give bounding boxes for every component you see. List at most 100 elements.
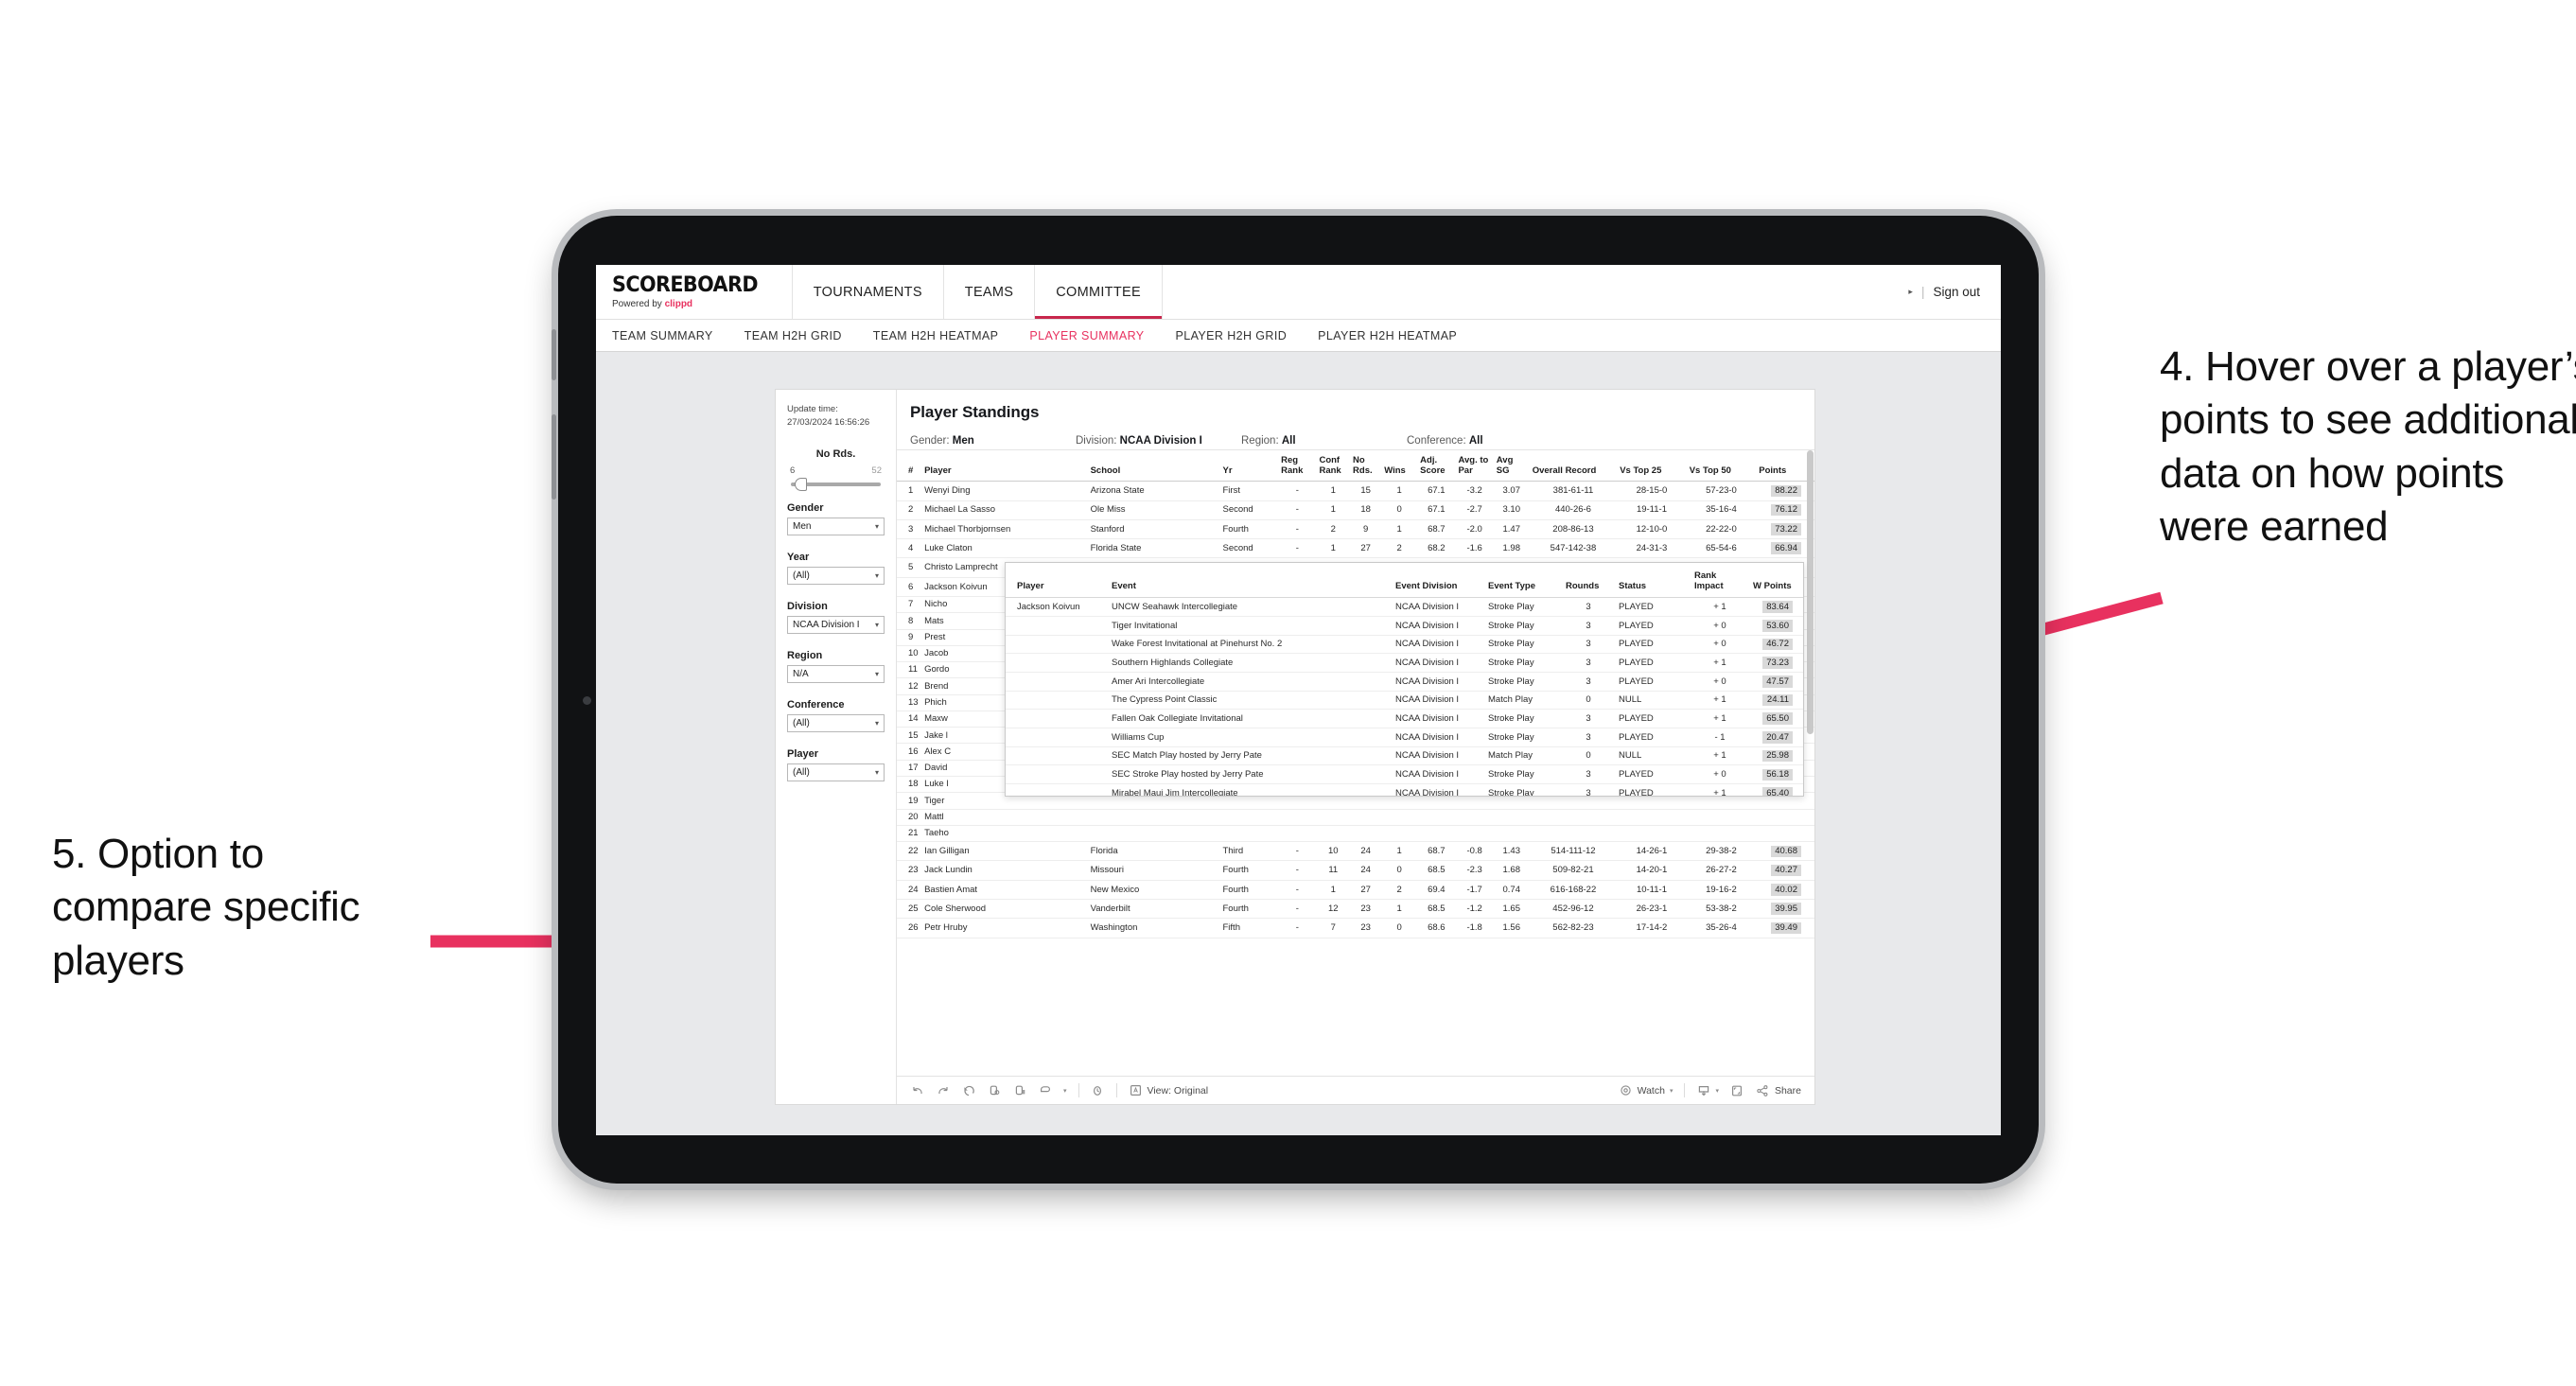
cell-points[interactable]: 73.22 [1756,519,1814,540]
table-row[interactable]: 23 Jack Lundin Missouri Fourth -11 24 0 68.5 -2.… [897,860,1814,881]
points-value[interactable]: 76.12 [1771,503,1801,517]
tt-cell-status: NULL [1615,746,1691,766]
cell-reg-rank [1278,825,1317,843]
undo-icon[interactable] [910,1083,924,1097]
filter-player-select[interactable]: (All) ▾ [787,763,885,781]
tt-cell-rounds: 3 [1562,672,1615,692]
share-button[interactable]: Share [1756,1083,1801,1097]
th-player[interactable]: Player [921,448,1088,482]
no-rounds-slider[interactable]: No Rds. 6 52 [787,448,885,491]
nav-tournaments[interactable]: TOURNAMENTS [791,265,943,319]
cell-avg-sg [1493,809,1530,826]
th-no-rds[interactable]: No Rds. [1350,448,1382,482]
th-rank[interactable]: # [897,448,922,482]
th-year[interactable]: Yr [1219,448,1279,482]
fullscreen-icon[interactable] [1730,1083,1744,1097]
table-row[interactable]: 21 Taeho [897,825,1814,843]
tab-player-h2h-heatmap[interactable]: PLAYER H2H HEATMAP [1318,329,1457,342]
points-value[interactable]: 88.22 [1771,484,1801,498]
cell-school: Florida [1087,841,1220,862]
th-adj-score[interactable]: Adj. Score [1417,448,1456,482]
nav-committee[interactable]: COMMITTEE [1034,265,1162,319]
filter-region-select[interactable]: N/A ▾ [787,664,885,683]
tt-cell-event: Tiger Invitational [1108,616,1392,636]
table-row[interactable]: 25 Cole Sherwood Vanderbilt Fourth -12 23 1 68.… [897,899,1814,920]
cell-points[interactable]: 39.49 [1756,918,1814,939]
cell-player: Michael Thorbjornsen [921,519,1088,540]
th-conf-rank[interactable]: Conf Rank [1316,448,1351,482]
filter-division-select[interactable]: NCAA Division I ▾ [787,615,885,634]
table-row[interactable]: 20 Mattl [897,809,1814,826]
refresh-data-icon[interactable] [987,1083,1001,1097]
filter-year-select[interactable]: (All) ▾ [787,566,885,585]
table-row[interactable]: 1 Wenyi Ding Arizona State First -1 15 1 67.1 -3… [897,481,1814,501]
tab-team-h2h-heatmap[interactable]: TEAM H2H HEATMAP [873,329,999,342]
view-original-button[interactable]: View: Original [1129,1083,1208,1097]
th-vs-top-50[interactable]: Vs Top 50 [1686,448,1757,482]
cell-points[interactable] [1756,825,1814,843]
th-points[interactable]: Points [1756,448,1814,482]
table-row[interactable]: 22 Ian Gilligan Florida Third -10 24 1 68.7 -0.8… [897,841,1814,862]
table-row[interactable]: 26 Petr Hruby Washington Fifth -7 23 0 68.6 -1.8… [897,918,1814,939]
tt-cell-type: Stroke Play [1484,783,1562,796]
cell-no-rds: 15 [1350,481,1382,501]
pause-updates-icon[interactable] [1012,1083,1026,1097]
tab-team-h2h-grid[interactable]: TEAM H2H GRID [745,329,842,342]
tablet-screen: SCOREBOARD Powered by clippd TOURNAMENTS… [596,265,2001,1135]
cell-points[interactable]: 39.95 [1756,899,1814,920]
vertical-scrollbar[interactable] [1807,450,1814,734]
cell-points[interactable]: 40.02 [1756,880,1814,901]
cell-avg-sg: 3.07 [1493,481,1530,501]
cell-points[interactable] [1756,809,1814,826]
download-button[interactable]: ▾ [1696,1083,1719,1097]
brand-logo[interactable]: SCOREBOARD Powered by clippd [612,265,792,319]
filter-conference-select[interactable]: (All) ▾ [787,713,885,732]
slider-track[interactable] [791,477,881,491]
revert-icon[interactable] [961,1083,975,1097]
meta-division-value: NCAA Division I [1119,435,1202,447]
tt-cell-type: Stroke Play [1484,709,1562,729]
table-row[interactable]: 3 Michael Thorbjornsen Stanford Fourth -2 9 1 6… [897,519,1814,540]
th-reg-rank[interactable]: Reg Rank [1278,448,1317,482]
filter-gender-select[interactable]: Men ▾ [787,517,885,535]
th-vs-top-25[interactable]: Vs Top 25 [1617,448,1687,482]
points-value[interactable]: 40.02 [1771,884,1801,896]
tab-team-summary[interactable]: TEAM SUMMARY [612,329,713,342]
th-avg-to-par[interactable]: Avg. to Par [1455,448,1494,482]
slider-handle[interactable] [795,477,807,491]
tt-cell-status: PLAYED [1615,653,1691,673]
points-value[interactable]: 66.94 [1771,542,1801,554]
brand-subtitle: Powered by clippd [612,299,767,309]
divider [1115,1083,1117,1097]
redo-icon[interactable] [936,1083,950,1097]
cell-points[interactable]: 40.27 [1756,860,1814,881]
tab-player-h2h-grid[interactable]: PLAYER H2H GRID [1176,329,1288,342]
cell-points[interactable]: 76.12 [1756,500,1814,520]
nav-teams[interactable]: TEAMS [942,265,1034,319]
watch-button[interactable]: Watch ▾ [1619,1083,1673,1097]
th-school[interactable]: School [1087,448,1220,482]
points-value[interactable]: 39.95 [1771,903,1801,915]
signout-link[interactable]: Sign out [1933,285,1980,299]
points-value[interactable]: 40.68 [1771,845,1801,858]
cell-avg-sg: 1.47 [1493,519,1530,540]
chevron-down-icon[interactable]: ▾ [1063,1087,1067,1095]
cell-vs-top-50: 65-54-6 [1686,538,1757,559]
points-value[interactable]: 40.27 [1771,864,1801,877]
th-wins[interactable]: Wins [1381,448,1418,482]
highlight-icon[interactable] [1038,1083,1052,1097]
th-avg-sg[interactable]: Avg SG [1493,448,1530,482]
cell-points[interactable]: 40.68 [1756,841,1814,862]
cell-points[interactable]: 66.94 [1756,538,1814,559]
points-value[interactable]: 73.22 [1771,523,1801,535]
table-row[interactable]: 4 Luke Claton Florida State Second -1 27 2 68.2… [897,538,1814,559]
table-row[interactable]: 2 Michael La Sasso Ole Miss Second -1 18 0 67.1… [897,500,1814,520]
th-overall-rec[interactable]: Overall Record [1529,448,1618,482]
cell-points[interactable]: 88.22 [1756,481,1814,501]
signout-area[interactable]: ▸ | Sign out [1908,265,2001,319]
points-value[interactable]: 39.49 [1771,921,1801,935]
pause-auto-update-icon[interactable] [1091,1083,1105,1097]
table-row[interactable]: 24 Bastien Amat New Mexico Fourth -1 27 2 69.4-… [897,880,1814,901]
tt-cell-rank-impact: + 1 [1691,653,1749,673]
tab-player-summary[interactable]: PLAYER SUMMARY [1029,329,1144,342]
